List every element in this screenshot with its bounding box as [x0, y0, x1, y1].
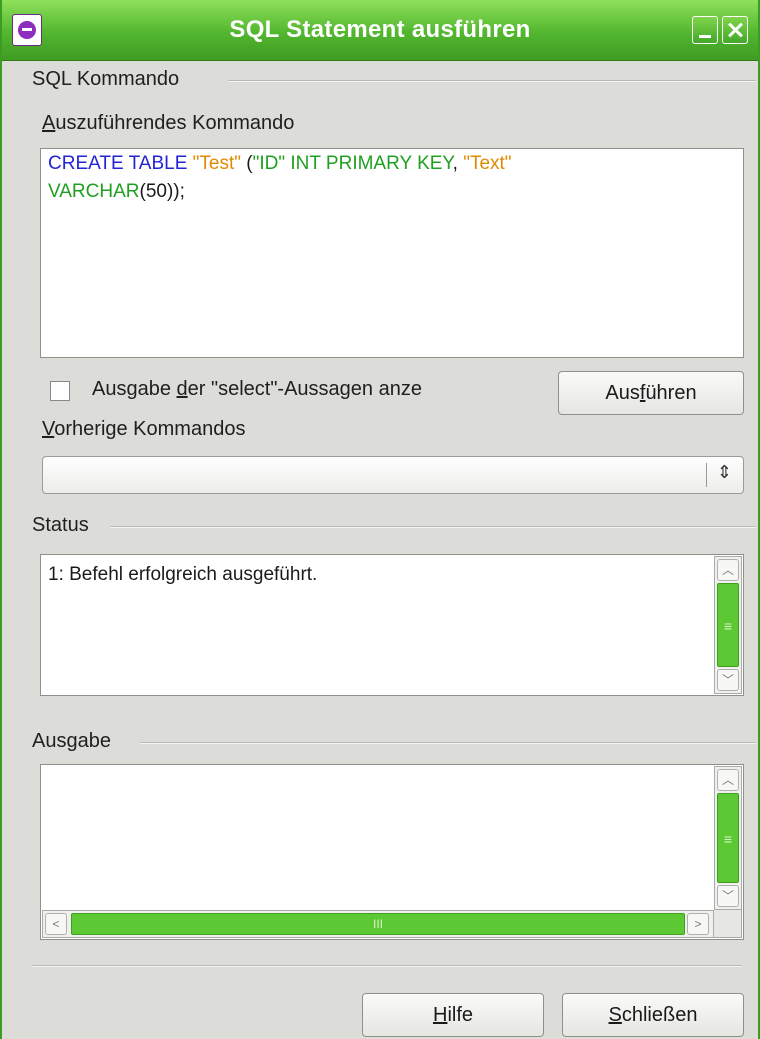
button-divider	[32, 965, 742, 967]
combo-separator	[706, 463, 707, 487]
sql-token-plain: (	[241, 153, 253, 174]
window-title: SQL Statement ausführen	[229, 16, 531, 43]
scroll-up-icon[interactable]: ︿	[717, 769, 739, 791]
output-group-heading: Ausgabe	[32, 730, 111, 752]
output-group-divider	[140, 742, 756, 744]
output-horizontal-scrollbar[interactable]: < III >	[42, 910, 714, 938]
scroll-corner	[714, 910, 742, 938]
scroll-right-icon[interactable]: >	[687, 913, 709, 935]
help-button[interactable]: Hilfe	[362, 993, 544, 1037]
sql-token-plain: ,	[452, 153, 464, 174]
sql-token-keyword: CREATE TABLE	[48, 153, 193, 174]
status-text: 1: Befehl erfolgreich ausgeführt.	[48, 564, 318, 585]
show-select-output-checkbox[interactable]	[50, 381, 70, 401]
sql-group-divider	[228, 80, 756, 82]
command-label: Auszuführendes Kommando	[42, 112, 295, 134]
output-vertical-scrollbar[interactable]: ︿ ≡ ﹀	[714, 766, 742, 910]
updown-chevron-icon[interactable]: ⇕	[717, 462, 732, 483]
sql-group-heading: SQL Kommando	[32, 68, 180, 90]
status-group-divider	[110, 526, 756, 528]
close-button[interactable]: Schließen	[562, 993, 744, 1037]
sql-token-field: VARCHAR	[48, 181, 140, 202]
sql-token-string: "Test"	[192, 153, 241, 174]
scroll-thumb-horizontal[interactable]: III	[71, 913, 685, 935]
minimize-button[interactable]	[692, 16, 718, 44]
close-icon[interactable]	[722, 16, 748, 44]
scroll-down-icon[interactable]: ﹀	[717, 885, 739, 907]
scroll-up-icon[interactable]: ︿	[717, 559, 739, 581]
command-text: CREATE TABLE "Test" ("ID" INT PRIMARY KE…	[48, 150, 718, 206]
scroll-left-icon[interactable]: <	[45, 913, 67, 935]
scroll-thumb[interactable]: ≡	[717, 793, 739, 883]
execute-button[interactable]: Ausführen	[558, 371, 744, 415]
sql-token-field: "ID" INT PRIMARY KEY	[252, 153, 453, 174]
status-vertical-scrollbar[interactable]: ︿ ≡ ﹀	[714, 556, 742, 694]
scroll-thumb[interactable]: ≡	[717, 583, 739, 667]
previous-commands-select[interactable]: ⇕	[42, 456, 744, 494]
show-select-output-label: Ausgabe der "select"-Aussagen anze	[92, 378, 422, 400]
status-group-heading: Status	[32, 514, 89, 536]
sql-token-string: "Text"	[463, 153, 512, 174]
previous-commands-label: Vorherige Kommandos	[42, 418, 246, 440]
sql-token-plain: (50));	[139, 181, 185, 202]
scroll-down-icon[interactable]: ﹀	[717, 669, 739, 691]
sql-dialog: SQL Statement ausführen SQL Kommando Aus…	[0, 0, 760, 1039]
title-bar[interactable]: SQL Statement ausführen	[2, 0, 758, 61]
